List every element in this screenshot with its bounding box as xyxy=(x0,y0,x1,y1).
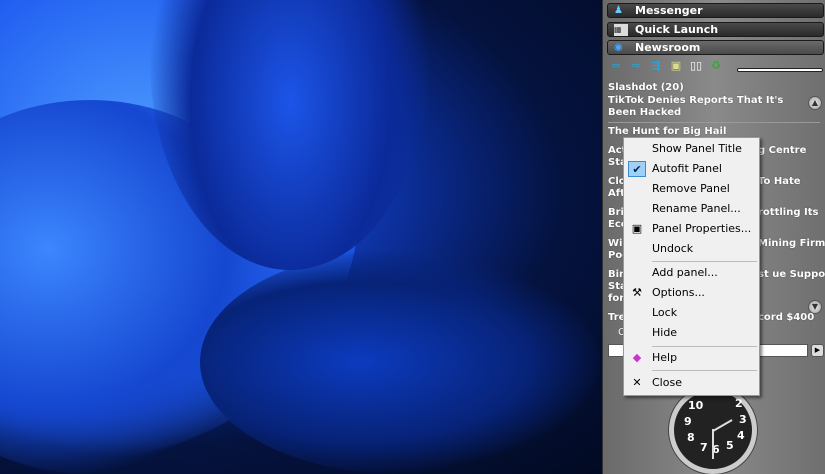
clock-number: 7 xyxy=(700,441,708,454)
menu-separator xyxy=(652,346,757,347)
panel-title: Newsroom xyxy=(635,41,701,54)
menu-item-remove-panel[interactable]: Remove Panel xyxy=(626,179,757,199)
refresh-feed-icon[interactable]: ⇶ xyxy=(649,59,663,72)
messenger-icon: ♟ xyxy=(614,5,623,16)
menu-item-hide[interactable]: Hide xyxy=(626,323,757,343)
menu-label: Hide xyxy=(652,326,678,339)
menu-label: Remove Panel xyxy=(652,182,730,195)
menu-item-undock[interactable]: Undock xyxy=(626,239,757,259)
properties-icon: ▣ xyxy=(631,222,643,235)
close-icon: ✕ xyxy=(632,376,642,389)
clock-number: 5 xyxy=(726,439,734,452)
menu-item-autofit-panel[interactable]: ✔ Autofit Panel xyxy=(626,159,757,179)
menu-item-add-panel[interactable]: Add panel... xyxy=(626,263,757,283)
panel-newsroom[interactable]: ◉ Newsroom xyxy=(607,40,824,55)
headline-right: To Hate xyxy=(758,176,801,187)
forward-arrow-icon[interactable]: ⇨ xyxy=(629,59,643,72)
menu-item-panel-properties[interactable]: ▣ Panel Properties... xyxy=(626,219,757,239)
book-icon[interactable]: ▯▯ xyxy=(689,59,703,72)
panel-title: Quick Launch xyxy=(635,23,719,36)
headline-right: cord $400 xyxy=(758,312,815,323)
menu-label: Close xyxy=(652,376,682,389)
headline-right: rottling Its xyxy=(758,207,819,218)
headline-right: g Centre xyxy=(758,145,807,156)
recycle-icon[interactable]: ♻ xyxy=(709,59,723,72)
headline-right: st ue Support xyxy=(758,269,825,280)
news-toolbar: ⇦ ⇨ ⇶ ▣ ▯▯ ♻ xyxy=(609,59,723,72)
clock-number: 3 xyxy=(739,413,747,426)
context-menu: Show Panel Title ✔ Autofit Panel Remove P… xyxy=(623,137,760,396)
menu-label: Options... xyxy=(652,286,705,299)
clock-number: 4 xyxy=(737,429,745,442)
clock-number: 2 xyxy=(735,397,743,410)
feed-title[interactable]: Slashdot (20) xyxy=(608,82,823,94)
menu-label: Autofit Panel xyxy=(652,162,722,175)
menu-label: Help xyxy=(652,351,678,364)
menu-label: Show Panel Title xyxy=(652,142,742,155)
panel-title: Messenger xyxy=(635,4,703,17)
zoom-slider[interactable] xyxy=(737,68,823,72)
menu-label: Rename Panel... xyxy=(652,202,741,215)
menu-item-lock[interactable]: Lock xyxy=(626,303,757,323)
scroll-up-icon[interactable]: ▲ xyxy=(808,96,822,110)
back-arrow-icon[interactable]: ⇦ xyxy=(609,59,623,72)
help-book-icon: ◆ xyxy=(632,351,642,364)
divider xyxy=(608,122,820,123)
quick-launch-icon: ▦ xyxy=(614,24,628,36)
go-button[interactable]: ▶ xyxy=(811,344,824,357)
properties-icon[interactable]: ▣ xyxy=(669,59,683,72)
clock-hand xyxy=(712,419,733,432)
menu-separator xyxy=(652,370,757,371)
clock-number: 10 xyxy=(688,399,704,412)
desktop-wallpaper xyxy=(0,0,602,474)
panel-quick-launch[interactable]: ▦ Quick Launch xyxy=(607,22,824,37)
tools-icon: ⚒ xyxy=(632,286,642,299)
menu-item-show-panel-title[interactable]: Show Panel Title xyxy=(626,139,757,159)
menu-label: Undock xyxy=(652,242,694,255)
menu-item-options[interactable]: ⚒ Options... xyxy=(626,283,757,303)
menu-label: Lock xyxy=(652,306,678,319)
menu-item-close[interactable]: ✕ Close xyxy=(626,373,757,393)
clock-number: 8 xyxy=(687,431,695,444)
menu-item-rename-panel[interactable]: Rename Panel... xyxy=(626,199,757,219)
clock-number: 9 xyxy=(684,415,692,428)
clock-hand xyxy=(712,429,714,459)
checkmark-icon: ✔ xyxy=(628,161,646,177)
menu-item-help[interactable]: ◆ Help xyxy=(626,348,757,368)
menu-label: Add panel... xyxy=(652,266,718,279)
menu-label: Panel Properties... xyxy=(652,222,752,235)
headline-right: Mining Firm s' xyxy=(758,238,825,249)
menu-separator xyxy=(652,261,757,262)
globe-icon: ◉ xyxy=(614,42,623,53)
headline[interactable]: TikTok Denies Reports That It's Been Hac… xyxy=(608,95,798,119)
panel-messenger[interactable]: ♟ Messenger xyxy=(607,3,824,18)
analog-clock: 10 9 8 7 6 5 4 3 2 xyxy=(669,386,757,474)
